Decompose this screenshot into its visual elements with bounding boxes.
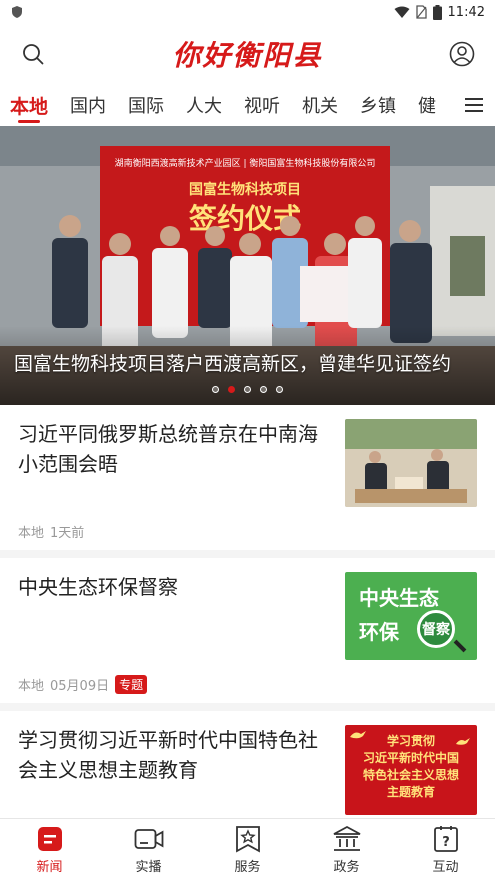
banner-dot[interactable] (244, 386, 251, 393)
status-indicators: 11:42 (394, 4, 485, 20)
banner-caption: 国富生物科技项目落户西渡高新区，曾建华见证签约 (14, 353, 452, 375)
thumb-text-line2: 习近平新时代中国 (362, 751, 459, 765)
news-title: 中央生态环保督察 (18, 575, 178, 599)
news-thumbnail (345, 419, 477, 507)
dove-icon (456, 738, 470, 745)
tab-towns[interactable]: 乡镇 (360, 84, 396, 126)
bottom-navigation: 新闻 实播 服务 政务 ? 互动 (0, 818, 495, 880)
news-title: 习近平同俄罗斯总统普京在中南海小范围会晤 (18, 422, 318, 476)
news-thumbnail: 中央生态 环保 督察 (345, 572, 477, 660)
news-item[interactable]: 中央生态环保督察 中央生态 环保 督察 本地 05月09日 专题 (0, 558, 495, 703)
news-time: 1天前 (50, 526, 85, 541)
menu-icon (465, 98, 483, 112)
thumb-text-line3: 特色社会主义思想 (362, 768, 459, 782)
tab-health[interactable]: 健 (418, 84, 436, 126)
wifi-icon (394, 6, 410, 18)
tab-npc[interactable]: 人大 (186, 84, 222, 126)
news-source: 本地 (18, 679, 45, 694)
question-icon: ? (431, 825, 461, 853)
headline-banner[interactable]: 湖南衡阳西渡高新技术产业园区 | 衡阳国富生物科技股份有限公司 国富生物科技项目… (0, 126, 495, 405)
tab-audio-video[interactable]: 视听 (244, 84, 280, 126)
app-logo: 你好衡阳县 (172, 39, 323, 72)
search-button[interactable] (18, 39, 48, 69)
nav-label: 互动 (432, 859, 459, 875)
channel-tabs: 本地 国内 国际 人大 视听 机关 乡镇 健 (0, 84, 495, 126)
tab-domestic[interactable]: 国内 (70, 84, 106, 126)
nav-label: 服务 (234, 859, 261, 875)
banner-dot[interactable] (260, 386, 267, 393)
banner-dot[interactable] (212, 386, 219, 393)
search-icon (23, 44, 44, 65)
nav-interaction[interactable]: ? 互动 (396, 819, 495, 880)
nav-service[interactable]: 服务 (198, 819, 297, 880)
news-item[interactable]: 学习贯彻习近平新时代中国特色社会主义思想主题教育 学习贯彻 习近平新时代中国 特… (0, 711, 495, 831)
news-item[interactable]: 习近平同俄罗斯总统普京在中南海小范围会晤 本地 1天前 (0, 405, 495, 550)
magnifier-handle (453, 639, 467, 653)
app-header: 你好衡阳县 (0, 24, 495, 84)
nav-label: 实播 (135, 859, 162, 875)
banner-backdrop-line2: 国富生物科技项目 (189, 181, 301, 198)
news-time: 05月09日 (50, 679, 110, 694)
news-list: 习近平同俄罗斯总统普京在中南海小范围会晤 本地 1天前 中央生态环保督察 中央生… (0, 405, 495, 839)
thumb-text-line2: 环保 (359, 620, 399, 644)
news-source: 本地 (18, 526, 45, 541)
news-meta: 本地 1天前 (18, 522, 84, 541)
nav-government[interactable]: 政务 (297, 819, 396, 880)
sim-icon (415, 5, 427, 19)
app-screen: 11:42 你好衡阳县 本地 国内 国际 人大 视听 机关 乡镇 健 湖南衡阳西… (0, 0, 495, 880)
news-meta: 本地 05月09日 专题 (18, 675, 148, 694)
nav-live[interactable]: 实播 (99, 819, 198, 880)
tab-international[interactable]: 国际 (128, 84, 164, 126)
news-thumbnail: 学习贯彻 习近平新时代中国 特色社会主义思想 主题教育 (345, 725, 477, 815)
camera-icon (134, 825, 164, 853)
news-icon (35, 825, 65, 853)
user-icon (449, 41, 475, 67)
tab-local[interactable]: 本地 (10, 84, 48, 126)
banner-pagination (0, 386, 495, 393)
banner-backdrop-line1: 湖南衡阳西渡高新技术产业园区 | 衡阳国富生物科技股份有限公司 (115, 157, 376, 169)
nav-label: 政务 (333, 859, 360, 875)
magnifier-badge: 督察 (417, 610, 455, 648)
topic-tag: 专题 (115, 675, 148, 694)
shield-icon (12, 6, 22, 18)
svg-text:?: ? (442, 835, 450, 850)
dove-icon (350, 731, 366, 739)
profile-button[interactable] (447, 39, 477, 69)
thumb-text-line1: 中央生态 (359, 586, 439, 610)
channel-menu-button[interactable] (453, 84, 495, 126)
tab-agencies[interactable]: 机关 (302, 84, 338, 126)
battery-icon (432, 4, 442, 20)
nav-label: 新闻 (36, 859, 63, 875)
service-icon (233, 825, 263, 853)
status-bar: 11:42 (0, 0, 495, 24)
government-icon (332, 825, 362, 853)
news-photo (345, 419, 477, 507)
banner-dot-active[interactable] (228, 386, 235, 393)
thumb-text-line4: 主题教育 (386, 785, 435, 799)
news-title: 学习贯彻习近平新时代中国特色社会主义思想主题教育 (18, 728, 318, 782)
status-time: 11:42 (447, 4, 485, 20)
banner-dot[interactable] (276, 386, 283, 393)
nav-news[interactable]: 新闻 (0, 819, 99, 880)
